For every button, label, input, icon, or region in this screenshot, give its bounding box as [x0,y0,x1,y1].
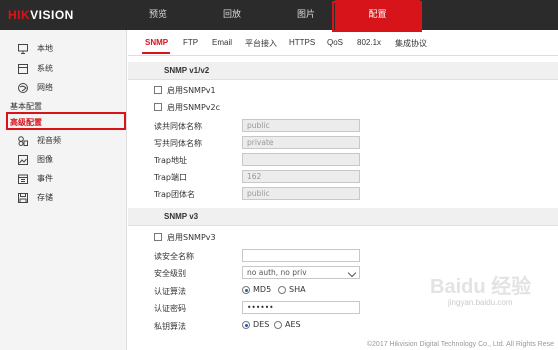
enable-snmpv2c-row[interactable]: 启用SNMPv2c [154,101,354,115]
sidebar-item-system[interactable]: 系统 [0,60,127,78]
priv-des-radio[interactable] [242,321,250,329]
section-snmp-v1v2: SNMP v1/v2 [128,62,558,80]
priv-algorithm-row: 私钥算法 DES AES [154,319,374,333]
sidebar-label: 网络 [37,83,53,92]
read-security-name-input[interactable] [242,249,360,262]
tab-email[interactable]: Email [212,38,232,47]
enable-snmpv1-checkbox[interactable] [154,86,162,94]
field-label: 写共同体名称 [154,139,202,148]
trap-port-row: Trap端口 162 [154,170,374,184]
sidebar-item-image[interactable]: 图像 [0,151,127,169]
field-label: 读共同体名称 [154,122,202,131]
checkbox-label: 启用SNMPv2c [167,103,221,112]
nav-picture[interactable]: 图片 [278,0,334,30]
baidu-watermark: Baidu 经验 [430,276,532,298]
tab-platform-access[interactable]: 平台接入 [245,38,277,49]
nav-configuration[interactable]: 配置 [335,0,420,30]
brand-logo: HIKVISION [8,8,74,22]
checkbox-label: 启用SNMPv3 [167,233,216,242]
sidebar-subitem-advanced[interactable]: 高级配置 [0,115,127,131]
sidebar-label: 本地 [37,44,53,53]
sidebar-label: 事件 [37,174,53,183]
radio-label: SHA [289,285,306,294]
monitor-icon [18,44,28,54]
enable-snmpv3-row[interactable]: 启用SNMPv3 [154,231,354,245]
field-label: 认证密码 [154,304,186,313]
tab-8021x[interactable]: 802.1x [357,38,381,47]
security-level-select[interactable]: no auth, no priv [242,266,360,279]
radio-label: AES [285,320,301,329]
floppy-disk-icon [18,193,28,203]
calendar-icon [18,174,28,184]
section-snmp-v3: SNMP v3 [128,208,558,226]
sidebar: 本地 系统 网络 基本配置 高级配置 视音频 图像 事件 存储 [0,30,127,350]
radio-label: MD5 [253,285,272,294]
sidebar-subitem-basic[interactable]: 基本配置 [0,99,127,115]
auth-password-input[interactable]: •••••• [242,301,360,314]
video-audio-icon [18,136,28,146]
enable-snmpv3-checkbox[interactable] [154,233,162,241]
trap-community-row: Trap团体名 public [154,187,374,201]
active-tab-indicator [142,52,170,54]
tab-integration-protocol[interactable]: 集成协议 [395,38,427,49]
sidebar-label: 系统 [37,64,53,73]
tab-https[interactable]: HTTPS [289,38,315,47]
read-community-input[interactable]: public [242,119,360,132]
write-community-row: 写共同体名称 private [154,136,374,150]
trap-address-input[interactable] [242,153,360,166]
checkbox-label: 启用SNMPv1 [167,86,216,95]
security-level-row: 安全级别 no auth, no priv [154,266,374,280]
write-community-input[interactable]: private [242,136,360,149]
chevron-down-icon [347,268,357,278]
sidebar-item-network[interactable]: 网络 [0,79,127,97]
enable-snmpv2c-checkbox[interactable] [154,103,162,111]
sidebar-item-video-audio[interactable]: 视音频 [0,132,127,150]
read-security-name-row: 读安全名称 [154,249,374,263]
auth-sha-radio[interactable] [278,286,286,294]
tab-qos[interactable]: QoS [327,38,343,47]
sidebar-item-event[interactable]: 事件 [0,170,127,188]
field-label: Trap地址 [154,156,187,165]
top-bar: HIKVISION 预览 回放 图片 配置 [0,0,558,30]
globe-icon [18,83,28,93]
sidebar-item-storage[interactable]: 存储 [0,189,127,207]
read-community-row: 读共同体名称 public [154,119,374,133]
sidebar-label: 存储 [37,193,53,202]
enable-snmpv1-row[interactable]: 启用SNMPv1 [154,84,354,98]
priv-aes-radio[interactable] [274,321,282,329]
system-icon [18,64,28,74]
field-label: 私钥算法 [154,322,186,331]
field-label: Trap端口 [154,173,187,182]
auth-password-row: 认证密码 •••••• [154,301,374,315]
section-title: SNMP v3 [164,212,199,221]
radio-label: DES [253,320,270,329]
sidebar-item-local[interactable]: 本地 [0,40,127,58]
config-tabs: SNMP FTP Email 平台接入 HTTPS QoS 802.1x 集成协… [128,30,558,56]
tab-snmp[interactable]: SNMP [145,38,168,47]
sidebar-label: 基本配置 [10,102,42,111]
field-label: 读安全名称 [154,252,194,261]
tab-ftp[interactable]: FTP [183,38,198,47]
copyright-footer: ©2017 Hikvision Digital Technology Co., … [366,341,554,348]
section-title: SNMP v1/v2 [164,66,210,75]
trap-community-input[interactable]: public [242,187,360,200]
trap-address-row: Trap地址 [154,153,374,167]
sidebar-label: 高级配置 [10,118,42,127]
select-value: no auth, no priv [247,268,307,277]
auth-algorithm-row: 认证算法 MD5 SHA [154,284,374,298]
image-icon [18,155,28,165]
sidebar-label: 视音频 [37,136,61,145]
nav-playback[interactable]: 回放 [204,0,260,30]
trap-port-input[interactable]: 162 [242,170,360,183]
sidebar-label: 图像 [37,155,53,164]
field-label: Trap团体名 [154,190,195,199]
field-label: 认证算法 [154,287,186,296]
auth-md5-radio[interactable] [242,286,250,294]
nav-preview[interactable]: 预览 [130,0,186,30]
field-label: 安全级别 [154,269,186,278]
baidu-watermark-url: jingyan.baidu.com [448,298,513,307]
